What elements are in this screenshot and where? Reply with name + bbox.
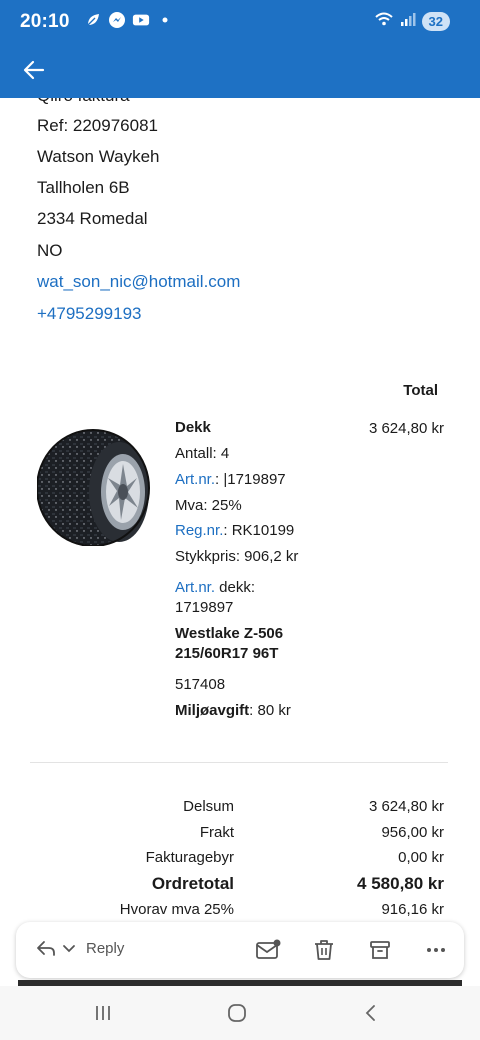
email-body: Qliro faktura Ref: 220976081 Watson Wayk… (0, 98, 480, 920)
notification-icons (84, 11, 174, 29)
total-column-header: Total (403, 382, 438, 399)
item-quantity: Antall: 4 (175, 445, 230, 462)
tire-model-name: Westlake Z-506 (175, 625, 284, 642)
more-button[interactable] (422, 936, 450, 964)
item-vat: Mva: 25% (175, 497, 242, 514)
dot-icon (156, 11, 174, 29)
signal-icon (400, 11, 416, 32)
item-registration-number: Reg.nr.: RK10199 (175, 522, 295, 539)
tire-article-number-value: 1719897 (175, 599, 234, 616)
item-unit-price: Stykkpris: 906,2 kr (175, 548, 299, 565)
nav-back-button[interactable] (356, 998, 386, 1028)
order-total-value: 4 580,80 kr (357, 874, 444, 893)
item-article-number: Art.nr.: |1719897 (175, 471, 286, 488)
reply-button[interactable]: Reply (34, 936, 124, 960)
customer-name: Watson Waykeh (37, 147, 160, 166)
more-icon (427, 948, 445, 952)
delete-icon (315, 940, 333, 960)
arrow-left-icon (23, 60, 45, 80)
system-navigation-bar (0, 986, 480, 1040)
tire-product-image (36, 428, 155, 547)
postal-address: 2334 Romedal (37, 209, 148, 228)
email-action-bar: Reply (16, 922, 464, 978)
street-address: Tallholen 6B (37, 178, 130, 197)
back-button[interactable] (18, 54, 50, 86)
email-link[interactable]: wat_son_nic@hotmail.com (37, 271, 240, 293)
shipping-label: Frakt (199, 824, 234, 841)
tire-article-number-link[interactable]: Art.nr. (175, 579, 215, 596)
subtotal-label: Delsum (183, 798, 234, 815)
recents-button[interactable] (88, 998, 118, 1028)
youtube-icon (132, 11, 150, 29)
archive-icon (370, 941, 390, 959)
status-bar: 20:10 32 (0, 0, 480, 42)
messenger-icon (108, 11, 126, 29)
leaf-icon (84, 11, 102, 29)
wifi-icon (374, 11, 394, 32)
recents-icon (96, 1006, 110, 1020)
delete-button[interactable] (310, 936, 338, 964)
back-icon (365, 1005, 375, 1021)
payment-method-text: Qliro faktura (37, 98, 130, 106)
vat-included-label: Hvorav mva 25% (119, 901, 234, 918)
reply-label: Reply (86, 939, 125, 957)
home-icon (228, 1004, 246, 1022)
mark-unread-icon (256, 939, 281, 959)
tire-article-number-label: Art.nr. dekk: (175, 579, 256, 596)
article-number-link[interactable]: Art.nr. (175, 471, 215, 488)
shipping-value: 956,00 kr (381, 824, 444, 841)
mark-unread-button[interactable] (254, 936, 282, 964)
phone-link[interactable]: +4795299193 (37, 303, 141, 325)
home-button[interactable] (222, 998, 252, 1028)
item-code: 517408 (175, 676, 226, 693)
invoice-fee-value: 0,00 kr (398, 849, 444, 866)
archive-button[interactable] (366, 936, 394, 964)
invoice-fee-label: Fakturagebyr (145, 849, 234, 866)
app-bar (0, 42, 480, 98)
item-total-price: 3 624,80 kr (368, 420, 444, 437)
system-icons: 32 (374, 11, 450, 32)
country: NO (37, 241, 63, 260)
reference-text: Ref: 220976081 (37, 116, 158, 135)
environmental-fee: Miljøavgift: 80 kr (175, 702, 291, 719)
vat-included-value: 916,16 kr (381, 901, 444, 918)
reply-icon (37, 941, 55, 956)
status-time: 20:10 (20, 11, 70, 32)
order-total-label: Ordretotal (151, 874, 234, 893)
subtotal-value: 3 624,80 kr (368, 798, 444, 815)
chevron-down-icon[interactable] (62, 941, 76, 955)
item-title: Dekk (175, 419, 211, 436)
tire-model-size: 215/60R17 96T (175, 645, 279, 662)
registration-number-link[interactable]: Reg.nr. (175, 522, 223, 539)
battery-indicator: 32 (421, 12, 450, 31)
divider (30, 762, 448, 763)
